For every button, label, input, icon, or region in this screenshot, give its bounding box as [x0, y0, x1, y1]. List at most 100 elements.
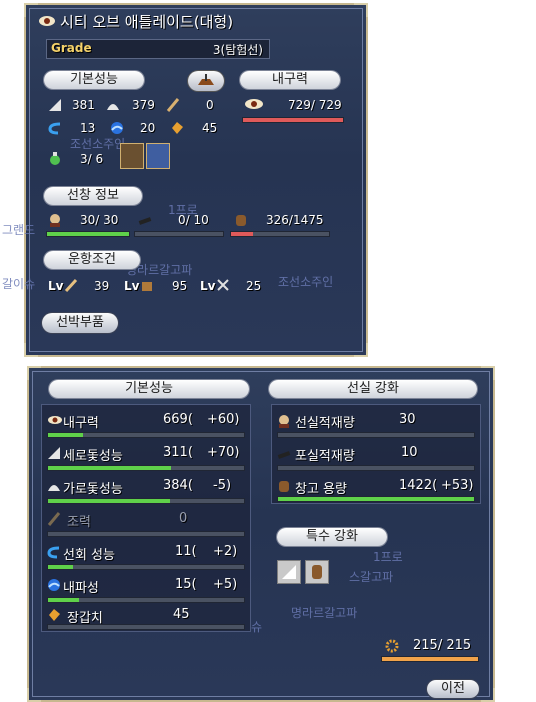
- basic-performance-tag: 기본성능: [44, 71, 144, 89]
- stat-bar-armor: [47, 624, 245, 630]
- sail-icon: [49, 99, 61, 111]
- cabin-value-cargo: 1422(: [399, 478, 438, 493]
- gauge-value: 215/ 215: [413, 638, 472, 653]
- stat-label-rowing: 조력: [67, 515, 91, 530]
- stat-value-armor: 45: [173, 607, 190, 622]
- gauge-bar: [381, 656, 479, 662]
- equipment-item-icon[interactable]: [146, 143, 170, 169]
- durability-bar: [242, 117, 344, 123]
- turn-icon: [48, 122, 61, 135]
- background-text: 조선소주인: [70, 137, 126, 151]
- cargo-value: 326/1475: [266, 213, 324, 227]
- sail-upgrade-icon[interactable]: [277, 560, 301, 584]
- turn-stat: 13: [80, 121, 96, 135]
- rowing-icon: [166, 98, 180, 112]
- lv-label-3: Lv: [200, 279, 216, 293]
- eye-icon: [39, 16, 55, 26]
- ship-parts-button[interactable]: 선박부품: [42, 313, 118, 333]
- cabin-label-crew: 선실적재량: [295, 416, 355, 431]
- armor-icon: [172, 122, 183, 134]
- stat-bar-turn: [47, 564, 245, 570]
- stat-label-wave: 내파성: [63, 581, 99, 596]
- cabin-value-cannon: 10: [401, 445, 418, 460]
- oar-stat: 379: [132, 98, 155, 112]
- lv-label-2: Lv: [124, 279, 140, 293]
- cannon-icon: [277, 451, 291, 459]
- rowing-icon: [47, 512, 61, 526]
- cabin-label-cargo: 창고 용량: [295, 482, 347, 497]
- stat-label-turn: 선회 성능: [63, 548, 115, 563]
- lv-value-3: 25: [246, 279, 262, 293]
- background-text: 스갈고파: [349, 570, 394, 584]
- fore-aft-sail-icon: [48, 447, 60, 459]
- stat-value-square-sail: 384(: [163, 478, 193, 493]
- cannon-icon: [138, 217, 152, 225]
- sailing-conditions-tag: 운항조건: [44, 251, 140, 269]
- crew-value: 30/ 30: [80, 213, 119, 227]
- turn-icon: [47, 546, 60, 559]
- stat-bar-durability: [47, 432, 245, 438]
- previous-button[interactable]: 이전: [427, 680, 479, 698]
- stat-value-fore-aft-sail: 311(: [163, 445, 193, 460]
- cargo-bar: [230, 231, 330, 237]
- ship-detail-panel: 기본성능 선실 강화 내구력 669( +60) 세로돛성능 311( +70)…: [27, 366, 495, 702]
- swords-icon: [217, 279, 229, 291]
- stat-bonus-square-sail: -5): [213, 478, 232, 493]
- background-text: 슈: [251, 620, 263, 634]
- cargo-upgrade-icon[interactable]: [305, 560, 329, 584]
- crew-item-icon[interactable]: [120, 143, 144, 169]
- ship-info-panel: 시티 오브 애틀레이드(대형) Grade 3(탐험선) 기본성능 내구력 38…: [2, 3, 368, 357]
- wave-icon: [48, 579, 60, 591]
- stat-bonus-fore-aft-sail: +70): [207, 445, 240, 460]
- special-enhance-tag: 특수 강화: [277, 528, 387, 546]
- stat-bonus-wave: +5): [213, 577, 238, 592]
- armor-stat: 45: [202, 121, 218, 135]
- stat-label-square-sail: 가로돛성능: [63, 482, 123, 497]
- durability-tag: 내구력: [240, 71, 340, 89]
- grade-row: Grade 3(탐험선): [46, 39, 270, 59]
- cabin-bar-cannon: [277, 465, 475, 471]
- potion-icon: [50, 152, 60, 165]
- stat-bar-fore-aft-sail: [47, 465, 245, 471]
- cannon-bar: [134, 231, 224, 237]
- durability-icon: [48, 416, 62, 424]
- navigation-skill-icon: [64, 278, 78, 292]
- ship-title: 시티 오브 애틀레이드(대형): [60, 13, 234, 31]
- cabin-info-tag: 선창 정보: [44, 187, 142, 205]
- grade-label: Grade: [51, 41, 92, 55]
- cabin-value-crew: 30: [399, 412, 416, 427]
- durability-value: 729/ 729: [288, 98, 342, 112]
- stat-value-durability: 669(: [163, 412, 193, 427]
- stat-bar-wave: [47, 597, 245, 603]
- stat-label-fore-aft-sail: 세로돛성능: [63, 449, 123, 464]
- background-text: 명라르갈고파: [291, 606, 358, 620]
- row-stat: 0: [206, 98, 214, 112]
- stat-bar-rowing: [47, 531, 245, 537]
- stat-bonus-durability: +60): [207, 412, 240, 427]
- cannon-value: 0/ 10: [178, 213, 209, 227]
- stat-bonus-turn: +2): [213, 544, 238, 559]
- lv-label-1: Lv: [48, 279, 64, 293]
- stat-value-rowing: 0: [179, 511, 188, 526]
- lv-value-2: 95: [172, 279, 188, 293]
- stat-bar-square-sail: [47, 498, 245, 504]
- cabin-bar-cargo: [277, 496, 475, 502]
- crew-icon: [50, 214, 60, 227]
- stat-label-durability: 내구력: [63, 416, 99, 431]
- wave-icon: [111, 122, 123, 134]
- cargo-icon: [279, 481, 289, 492]
- cargo-icon: [236, 215, 246, 226]
- bonus-slots: 3/ 6: [80, 152, 104, 166]
- durability-icon: [245, 99, 263, 109]
- armor-icon: [49, 609, 60, 621]
- crew-bar: [46, 231, 130, 237]
- ship-icon-button[interactable]: [188, 71, 224, 91]
- background-text: 그랜드: [2, 223, 36, 237]
- background-text: 1프로: [373, 550, 403, 564]
- cabin-enhance-tag: 선실 강화: [269, 380, 477, 398]
- cabin-bar-crew: [277, 432, 475, 438]
- square-sail-icon: [48, 485, 60, 491]
- gear-icon: [385, 639, 399, 653]
- background-text: 갈이슈: [2, 277, 36, 291]
- basic-performance-tag: 기본성능: [49, 380, 249, 398]
